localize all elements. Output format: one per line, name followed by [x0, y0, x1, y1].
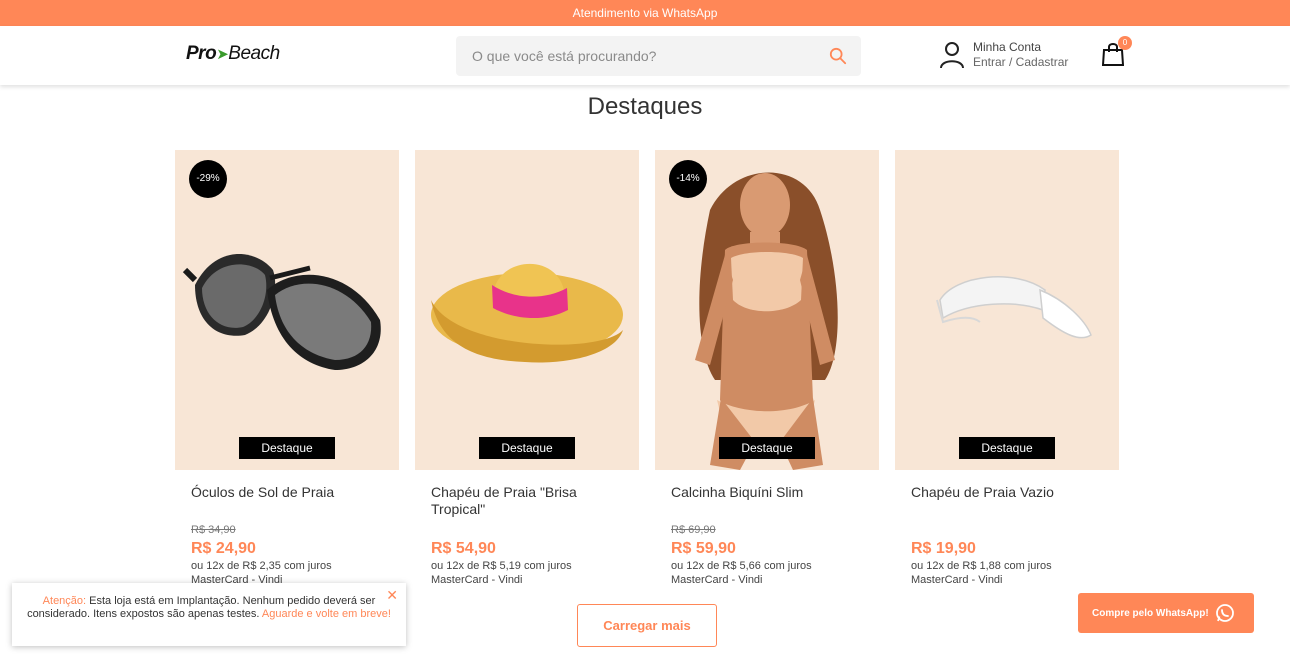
product-image-straw-hat[interactable]: Destaque	[415, 150, 639, 470]
cart-button[interactable]: 0	[1101, 36, 1132, 66]
discount-badge: -14%	[669, 160, 707, 198]
load-more-button[interactable]: Carregar mais	[577, 604, 717, 647]
search-icon[interactable]	[829, 47, 847, 65]
visor-image	[936, 276, 1092, 339]
logo[interactable]: Pro➤Beach	[186, 43, 280, 65]
old-price	[431, 524, 623, 538]
featured-tag: Destaque	[479, 437, 575, 459]
payment-method: MasterCard - Vindi	[671, 574, 763, 586]
implementation-alert: Atenção: Esta loja está em Implantação. …	[12, 583, 406, 646]
whatsapp-topbar[interactable]: Atendimento via WhatsApp	[0, 0, 1290, 26]
product-image-bikini[interactable]: -14% Destaque	[655, 150, 879, 470]
installments: ou 12x de R$ 5,66 com juros	[671, 560, 812, 572]
product-image-visor[interactable]: Destaque	[895, 150, 1119, 470]
cart-count-badge: 0	[1118, 36, 1132, 50]
product-card[interactable]: -29% Destaque Óculos de Sol de Praia R$ …	[175, 150, 399, 586]
logo-arrow-icon: ➤	[216, 46, 229, 63]
logo-pro: Pro	[186, 43, 217, 64]
sunglasses-image	[182, 254, 381, 370]
bikini-model-image	[695, 172, 838, 470]
product-name[interactable]: Calcinha Biquíni Slim	[671, 484, 863, 524]
product-card[interactable]: Destaque Chapéu de Praia Vazio R$ 19,90 …	[895, 150, 1119, 586]
old-price	[911, 524, 1103, 538]
product-name[interactable]: Chapéu de Praia "Brisa Tropical"	[431, 484, 623, 524]
product-name[interactable]: Óculos de Sol de Praia	[191, 484, 383, 524]
product-image-sunglasses[interactable]: -29% Destaque	[175, 150, 399, 470]
featured-tag: Destaque	[719, 437, 815, 459]
whatsapp-button-label: Compre pelo WhatsApp!	[1092, 607, 1209, 619]
straw-hat-image	[431, 263, 623, 363]
user-icon	[940, 42, 964, 69]
payment-method: MasterCard - Vindi	[431, 574, 523, 586]
logo-beach: Beach	[228, 43, 280, 64]
product-grid: -29% Destaque Óculos de Sol de Praia R$ …	[175, 150, 1119, 586]
product-card[interactable]: -14% Destaque Calcinha Biquíni Slim R$ 6…	[655, 150, 879, 586]
account-link[interactable]: Minha Conta Entrar / Cadastrar	[940, 40, 1068, 70]
close-icon[interactable]: ✕	[386, 588, 398, 602]
old-price: R$ 69,90	[671, 524, 716, 536]
whatsapp-buy-button[interactable]: Compre pelo WhatsApp!	[1078, 593, 1254, 633]
product-price: R$ 19,90	[911, 540, 976, 557]
search-box	[456, 36, 861, 76]
installments: ou 12x de R$ 5,19 com juros	[431, 560, 572, 572]
discount-badge: -29%	[189, 160, 227, 198]
old-price: R$ 34,90	[191, 524, 236, 536]
installments: ou 12x de R$ 1,88 com juros	[911, 560, 1052, 572]
installments: ou 12x de R$ 2,35 com juros	[191, 560, 332, 572]
payment-method: MasterCard - Vindi	[911, 574, 1003, 586]
account-title: Minha Conta	[973, 40, 1042, 54]
featured-tag: Destaque	[959, 437, 1055, 459]
alert-label: Atenção:	[42, 595, 87, 607]
product-name[interactable]: Chapéu de Praia Vazio	[911, 484, 1103, 524]
account-login-link[interactable]: Entrar / Cadastrar	[973, 55, 1068, 70]
product-price: R$ 24,90	[191, 540, 256, 557]
whatsapp-icon	[1215, 604, 1234, 622]
site-header: Pro➤Beach Minha Conta Entrar / Cadastrar…	[0, 26, 1290, 85]
alert-highlight: Aguarde e volte em breve!	[261, 608, 391, 620]
product-price: R$ 59,90	[671, 540, 736, 557]
product-price: R$ 54,90	[431, 540, 496, 557]
section-title: Destaques	[587, 93, 703, 120]
featured-tag: Destaque	[239, 437, 335, 459]
search-input[interactable]	[456, 36, 806, 76]
product-card[interactable]: Destaque Chapéu de Praia "Brisa Tropical…	[415, 150, 639, 586]
